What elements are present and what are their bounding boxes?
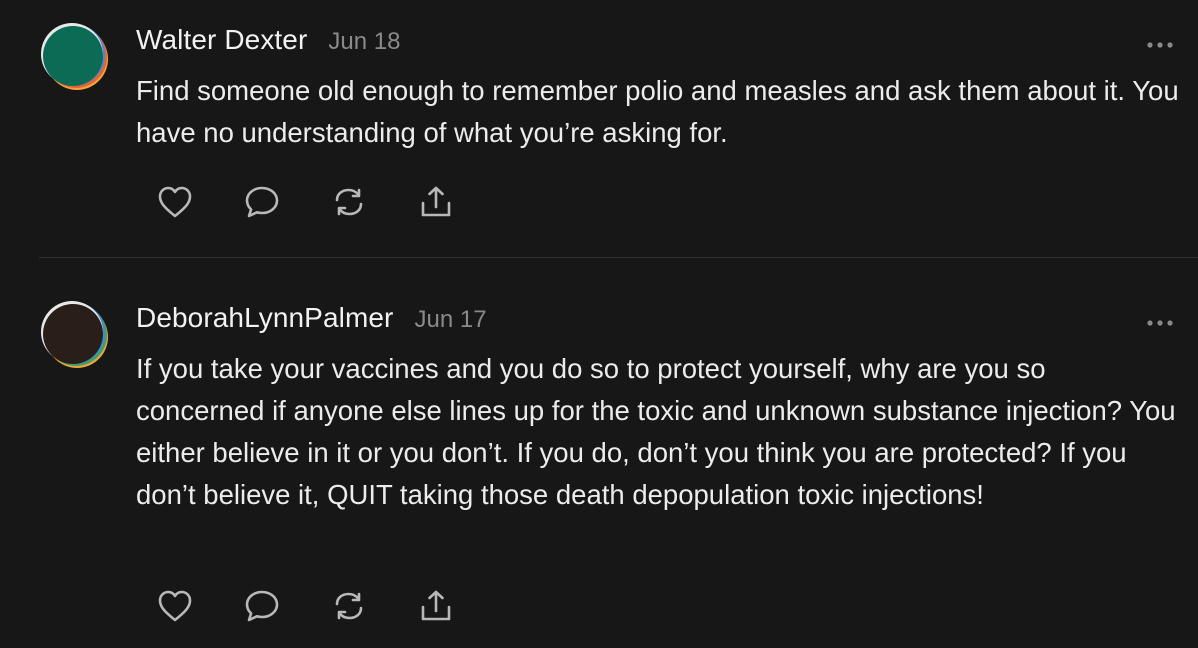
comment-header: DeborahLynnPalmer Jun 17 — [136, 302, 487, 334]
comment-date[interactable]: Jun 18 — [328, 28, 400, 56]
author-name[interactable]: Walter Dexter — [136, 24, 307, 56]
reply-button[interactable] — [242, 586, 282, 626]
heart-icon — [158, 590, 192, 622]
speech-bubble-icon — [245, 186, 279, 218]
comment-text: Find someone old enough to remember poli… — [136, 75, 1179, 148]
share-icon — [421, 186, 451, 217]
more-icon[interactable] — [1146, 37, 1174, 48]
comment-actions — [155, 182, 503, 222]
comment-text: If you take your vaccines and you do so … — [136, 353, 1176, 510]
restack-icon — [335, 188, 363, 216]
share-button[interactable] — [416, 182, 456, 222]
like-button[interactable] — [155, 182, 195, 222]
reply-button[interactable] — [242, 182, 282, 222]
heart-icon — [158, 186, 192, 218]
divider — [39, 257, 1198, 258]
avatar[interactable] — [39, 20, 111, 92]
share-button[interactable] — [416, 586, 456, 626]
like-button[interactable] — [155, 586, 195, 626]
more-icon[interactable] — [1146, 315, 1174, 326]
comment-header: Walter Dexter Jun 18 — [136, 24, 400, 56]
comment-date[interactable]: Jun 17 — [414, 306, 486, 334]
restack-button[interactable] — [329, 182, 369, 222]
share-icon — [421, 590, 451, 621]
speech-bubble-icon — [245, 590, 279, 622]
restack-button[interactable] — [329, 586, 369, 626]
comment-feed: Walter Dexter Jun 18 Find someone old en… — [0, 0, 1198, 648]
comment-actions — [155, 586, 503, 626]
avatar[interactable] — [39, 298, 111, 370]
restack-icon — [335, 592, 363, 620]
author-name[interactable]: DeborahLynnPalmer — [136, 302, 393, 334]
